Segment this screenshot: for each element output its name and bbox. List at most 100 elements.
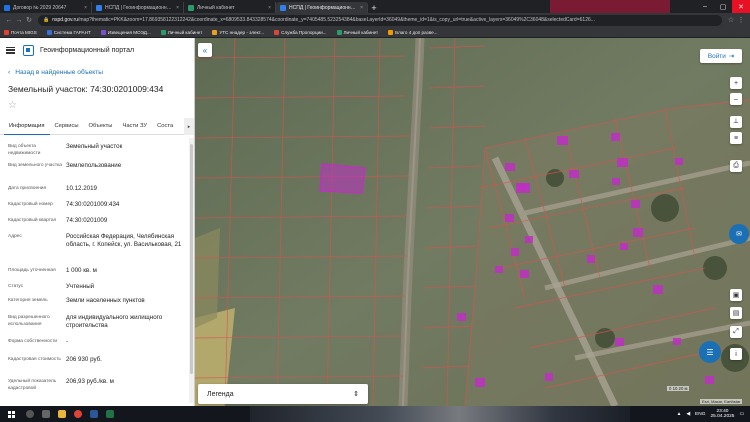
chat-icon[interactable]: ✉ xyxy=(729,224,749,244)
layers-icon[interactable]: ≡ xyxy=(730,132,742,144)
back-arrow-icon[interactable]: ← xyxy=(4,17,14,24)
attribute-row: Кадастровый номер 74:30:0201009:434 xyxy=(0,201,194,217)
map-attribution: Esri, Maxar, Earthstar xyxy=(700,399,743,404)
maximize-icon[interactable]: ▢ xyxy=(714,0,732,13)
bookmark-item[interactable]: Извещения МОЭД... xyxy=(100,29,151,35)
attribute-label: Удельный показатель кадастровой xyxy=(8,379,57,391)
language-indicator[interactable]: ENG xyxy=(695,412,705,417)
attribute-row: Статус Учтенный xyxy=(0,283,194,297)
bookmark-item[interactable]: Благо 4 доп разве... xyxy=(388,29,437,35)
legend-dropdown[interactable]: Легенда ⇕ xyxy=(198,384,368,404)
bookmark-item[interactable]: УТС ннадер - элект... xyxy=(212,29,264,35)
support-chat-icon[interactable]: ☰ xyxy=(699,341,721,363)
excel-icon[interactable] xyxy=(102,406,118,422)
tab-composition[interactable]: Соста xyxy=(152,118,178,135)
zoom-out-icon[interactable]: – xyxy=(730,93,742,105)
back-to-results-link[interactable]: ‹ Назад в найденные объекты xyxy=(0,62,194,80)
attribute-label: Адрес xyxy=(8,234,22,239)
star-bookmark-icon[interactable]: ☆ xyxy=(726,16,736,24)
tab-information[interactable]: Информация xyxy=(4,118,50,135)
chrome-icon[interactable] xyxy=(70,406,86,422)
tree xyxy=(703,256,727,280)
attribute-row: Площадь уточненная 1 000 кв. м xyxy=(0,267,194,283)
print-icon[interactable]: ⎙ xyxy=(730,160,742,172)
attribute-row: Адрес Российская Федерация, Челябинская о… xyxy=(0,233,194,267)
tab-close-icon[interactable]: × xyxy=(360,5,363,11)
bookmark-icon xyxy=(336,29,342,35)
collapse-panel-button[interactable]: « xyxy=(198,43,212,57)
basemap-icon[interactable]: ▤ xyxy=(730,307,742,319)
tab-services[interactable]: Сервисы xyxy=(50,118,84,135)
attribute-label: Вид разрешенного использования xyxy=(8,315,50,327)
map-type-icon[interactable]: ▣ xyxy=(730,289,742,301)
zoom-in-icon[interactable]: + xyxy=(730,77,742,89)
url-host: nspd.gov.ru xyxy=(52,17,78,23)
attribute-row: Вид разрешенного использования для индиви… xyxy=(0,314,194,338)
menu-icon[interactable]: ⋮ xyxy=(736,16,746,24)
attribute-row: Форма собственности - xyxy=(0,338,194,356)
tab-close-icon[interactable]: × xyxy=(268,5,271,11)
back-label: Назад в найденные объекты xyxy=(15,69,104,76)
url-input[interactable]: 🔒 nspd.gov.ru /map?thematic=PKK&zoom=17.… xyxy=(38,14,722,26)
tab-label: НСПД | Геоинформационный п xyxy=(105,4,175,11)
bookmark-item[interactable]: Личный кабинет xyxy=(160,29,203,35)
volume-icon[interactable]: ◀ xyxy=(686,412,690,417)
fullscreen-icon[interactable]: ⤢ xyxy=(730,326,742,338)
search-icon[interactable] xyxy=(22,406,38,422)
attribute-label: Кадастровый номер xyxy=(8,202,53,207)
bookmark-label: Личный кабинет xyxy=(167,29,203,35)
bookmark-label: Система ГАРАНТ xyxy=(53,29,91,35)
info-panel: Геоинформационный портал ‹ Назад в найде… xyxy=(0,38,195,406)
url-path: /map?thematic=PKK&zoom=17.86935812231224… xyxy=(78,17,595,23)
attribute-value: 74:30:0201009 xyxy=(66,217,108,224)
notifications-icon[interactable]: ▭ xyxy=(739,412,744,417)
browser-tab[interactable]: НСПД | Геоинформационный п × xyxy=(92,2,184,13)
tab-label: НСПД | Геоинформационный п xyxy=(289,4,359,11)
bookmark-item[interactable]: Система ГАРАНТ xyxy=(46,29,91,35)
word-icon[interactable] xyxy=(86,406,102,422)
tab-close-icon[interactable]: × xyxy=(176,5,179,11)
tree xyxy=(651,194,679,222)
reload-icon[interactable]: ↻ xyxy=(24,16,34,24)
minimize-icon[interactable]: – xyxy=(696,0,714,13)
selected-parcel[interactable] xyxy=(319,163,366,194)
file-explorer-icon[interactable] xyxy=(54,406,70,422)
bookmark-label: Служба Пропорции... xyxy=(281,29,327,35)
bookmark-icon xyxy=(212,29,218,35)
attribute-value: Земельный участок xyxy=(66,143,123,150)
attribute-value: - xyxy=(66,338,69,345)
bookmark-icon xyxy=(160,29,166,35)
screen: Договор № 2029 20647 × НСПД | Геоинформа… xyxy=(0,0,750,422)
attribute-row: Категория земель Земли населенных пунктов xyxy=(0,297,194,314)
window-close-icon[interactable]: ✕ xyxy=(732,0,750,13)
new-tab-button[interactable]: + xyxy=(368,2,380,13)
tab-objects[interactable]: Объекты xyxy=(84,118,118,135)
bookmark-item[interactable]: Служба Пропорции... xyxy=(274,29,327,35)
bookmark-item[interactable]: Почта MIGS xyxy=(4,29,37,35)
map-canvas[interactable] xyxy=(195,38,750,406)
browser-tab[interactable]: Личный кабинет × xyxy=(184,2,276,13)
hamburger-menu-icon[interactable] xyxy=(6,46,15,54)
taskbar-wallpaper-strip xyxy=(250,406,630,422)
login-icon: ⇥ xyxy=(728,53,735,60)
scale-bar: 0 10 20 м xyxy=(667,386,690,391)
measure-icon[interactable]: ⟂ xyxy=(730,116,742,128)
attribute-value: для индивидуального жилищного строительс… xyxy=(66,314,163,329)
network-icon[interactable]: ▲ xyxy=(677,412,682,417)
tab-parts[interactable]: Части ЗУ xyxy=(117,118,152,135)
info-icon[interactable]: i xyxy=(730,348,742,360)
login-button[interactable]: Войти ⇥ xyxy=(700,49,742,63)
tabs-scroll-right-icon[interactable]: ▸ xyxy=(184,118,194,135)
browser-tab[interactable]: Договор № 2029 20647 × xyxy=(0,2,92,13)
task-view-icon[interactable] xyxy=(38,406,54,422)
bookmark-icon xyxy=(46,29,52,35)
tab-close-icon[interactable]: × xyxy=(84,5,87,11)
forward-arrow-icon[interactable]: → xyxy=(14,17,24,24)
favorite-star-icon[interactable]: ☆ xyxy=(0,98,194,114)
bookmark-item[interactable]: Личный кабинет xyxy=(336,29,378,35)
browser-tab-active[interactable]: НСПД | Геоинформационный п × xyxy=(276,2,368,13)
attribute-row: Дата присвоения 10.12.2019 xyxy=(0,185,194,201)
windows-start-icon[interactable] xyxy=(0,406,22,422)
clock[interactable]: 23:40 25.04.2025 xyxy=(710,409,734,420)
satellite-map[interactable] xyxy=(195,38,750,406)
